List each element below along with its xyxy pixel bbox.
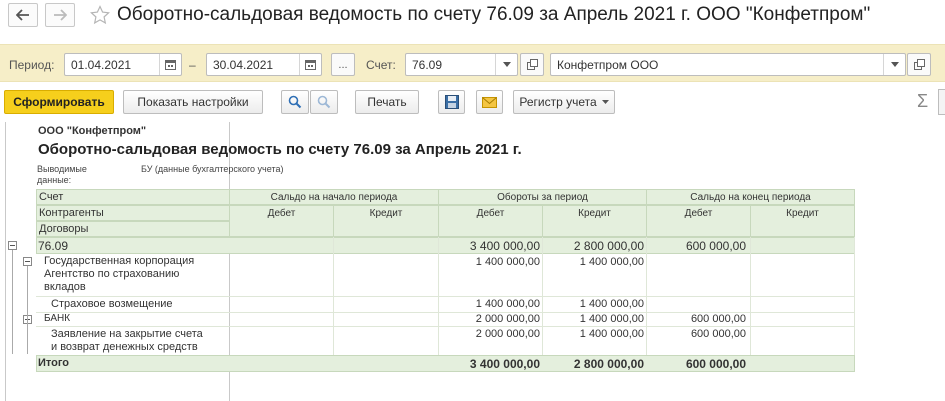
period-dash: – <box>189 58 196 72</box>
col-separator <box>646 237 647 371</box>
cell-turnover-debit: 1 400 000,00 <box>475 256 540 268</box>
toolbar: Сформировать Показать настройки Печать Р… <box>0 89 945 117</box>
row-counterparty: БАНК <box>44 313 71 324</box>
chevron-down-icon[interactable] <box>495 54 517 75</box>
account-field[interactable]: 76.09 <box>405 53 518 76</box>
arrow-right-icon <box>54 9 67 21</box>
report-organization: ООО "Конфетпром" <box>38 125 147 137</box>
cell-turnover-debit: 3 400 000,00 <box>469 239 540 253</box>
cell-turnover-credit: 1 400 000,00 <box>579 328 644 340</box>
calendar-icon[interactable] <box>299 54 321 75</box>
open-icon <box>913 59 925 70</box>
generate-button[interactable]: Сформировать <box>4 90 114 114</box>
output-label: Выводимые данные: <box>37 164 87 185</box>
header-turnover-debit: Дебет <box>438 205 543 237</box>
row-contract: Заявление на закрытие счета и возврат де… <box>51 328 203 353</box>
header-counterparties-cell: Контрагенты <box>36 205 230 221</box>
search-clear-icon <box>317 95 331 109</box>
account-label: Счет: <box>366 58 396 72</box>
filter-panel: Период: 01.04.2021 – 30.04.2021 ... Счет… <box>0 44 945 82</box>
header-opening-credit: Кредит <box>333 205 439 237</box>
cell-turnover-debit: 2 000 000,00 <box>475 313 540 325</box>
header-closing-credit: Кредит <box>750 205 855 237</box>
col-separator <box>333 237 334 371</box>
cell-turnover-debit: 2 000 000,00 <box>475 328 540 340</box>
cell-turnover-credit: 2 800 000,00 <box>573 239 644 253</box>
total-closing-debit: 600 000,00 <box>685 357 746 371</box>
total-turnover-credit: 2 800 000,00 <box>573 357 644 371</box>
floppy-icon <box>444 95 459 109</box>
save-button[interactable] <box>438 90 465 114</box>
calendar-icon[interactable] <box>159 54 181 75</box>
cell-turnover-credit: 1 400 000,00 <box>579 256 644 268</box>
chevron-down-icon <box>601 100 609 104</box>
cell-closing-debit: 600 000,00 <box>685 239 746 253</box>
cell-turnover-debit: 1 400 000,00 <box>475 298 540 310</box>
period-label: Период: <box>9 58 55 72</box>
tree-line <box>27 266 28 354</box>
col-separator <box>854 237 855 371</box>
report-area: ООО "Конфетпром" Оборотно-сальдовая ведо… <box>0 122 945 401</box>
show-settings-button[interactable]: Показать настройки <box>123 90 263 114</box>
header-opening-balance: Сальдо на начало периода <box>229 189 439 205</box>
row-divider <box>36 326 855 327</box>
total-label: Итого <box>38 357 70 369</box>
clear-search-button[interactable] <box>310 90 338 114</box>
arrow-left-icon <box>16 9 29 21</box>
report-border <box>5 122 6 401</box>
row-account: 76.09 <box>38 239 69 253</box>
title-bar: Оборотно-сальдовая ведомость по счету 76… <box>0 0 945 32</box>
back-button[interactable] <box>8 3 38 27</box>
open-organization-button[interactable] <box>907 53 931 76</box>
open-icon <box>526 59 538 70</box>
email-button[interactable] <box>476 90 503 114</box>
header-opening-debit: Дебет <box>229 205 334 237</box>
register-dropdown[interactable]: Регистр учета <box>513 90 615 114</box>
search-button[interactable] <box>281 90 309 114</box>
output-value: БУ (данные бухгалтерского учета) <box>141 164 284 174</box>
date-from-field[interactable]: 01.04.2021 <box>64 53 182 76</box>
star-icon[interactable] <box>90 5 110 25</box>
cell-turnover-credit: 1 400 000,00 <box>579 298 644 310</box>
col-separator <box>438 237 439 371</box>
header-turnover-credit: Кредит <box>542 205 647 237</box>
header-contracts-cell: Договоры <box>36 221 230 237</box>
chevron-down-icon[interactable] <box>883 54 905 75</box>
period-select-button[interactable]: ... <box>331 53 355 76</box>
header-turnover: Обороты за период <box>438 189 647 205</box>
header-account-cell: Счет <box>36 189 230 205</box>
col-separator <box>750 237 751 371</box>
tree-line <box>12 250 13 354</box>
row-divider <box>36 296 855 297</box>
print-button[interactable]: Печать <box>355 90 419 114</box>
open-account-button[interactable] <box>520 53 544 76</box>
total-turnover-debit: 3 400 000,00 <box>469 357 540 371</box>
toolbar-overflow[interactable] <box>938 89 945 115</box>
cell-turnover-credit: 1 400 000,00 <box>579 313 644 325</box>
report-title: Оборотно-сальдовая ведомость по счету 76… <box>38 141 522 158</box>
date-to-field[interactable]: 30.04.2021 <box>206 53 322 76</box>
sum-icon[interactable]: Σ <box>917 91 928 112</box>
cell-closing-debit: 600 000,00 <box>690 313 746 325</box>
row-contract: Страховое возмещение <box>51 298 173 310</box>
window-title: Оборотно-сальдовая ведомость по счету 76… <box>117 4 871 25</box>
collapse-icon[interactable] <box>23 257 32 266</box>
header-closing-debit: Дебет <box>646 205 751 237</box>
collapse-icon[interactable] <box>8 241 17 250</box>
search-icon <box>288 95 302 109</box>
envelope-icon <box>482 96 497 108</box>
row-counterparty: Государственная корпорация Агентство по … <box>44 255 195 293</box>
header-closing-balance: Сальдо на конец периода <box>646 189 855 205</box>
cell-closing-debit: 600 000,00 <box>690 328 746 340</box>
col-separator <box>542 237 543 371</box>
organization-field[interactable]: Конфетпром ООО <box>550 53 906 76</box>
forward-button[interactable] <box>45 3 75 27</box>
